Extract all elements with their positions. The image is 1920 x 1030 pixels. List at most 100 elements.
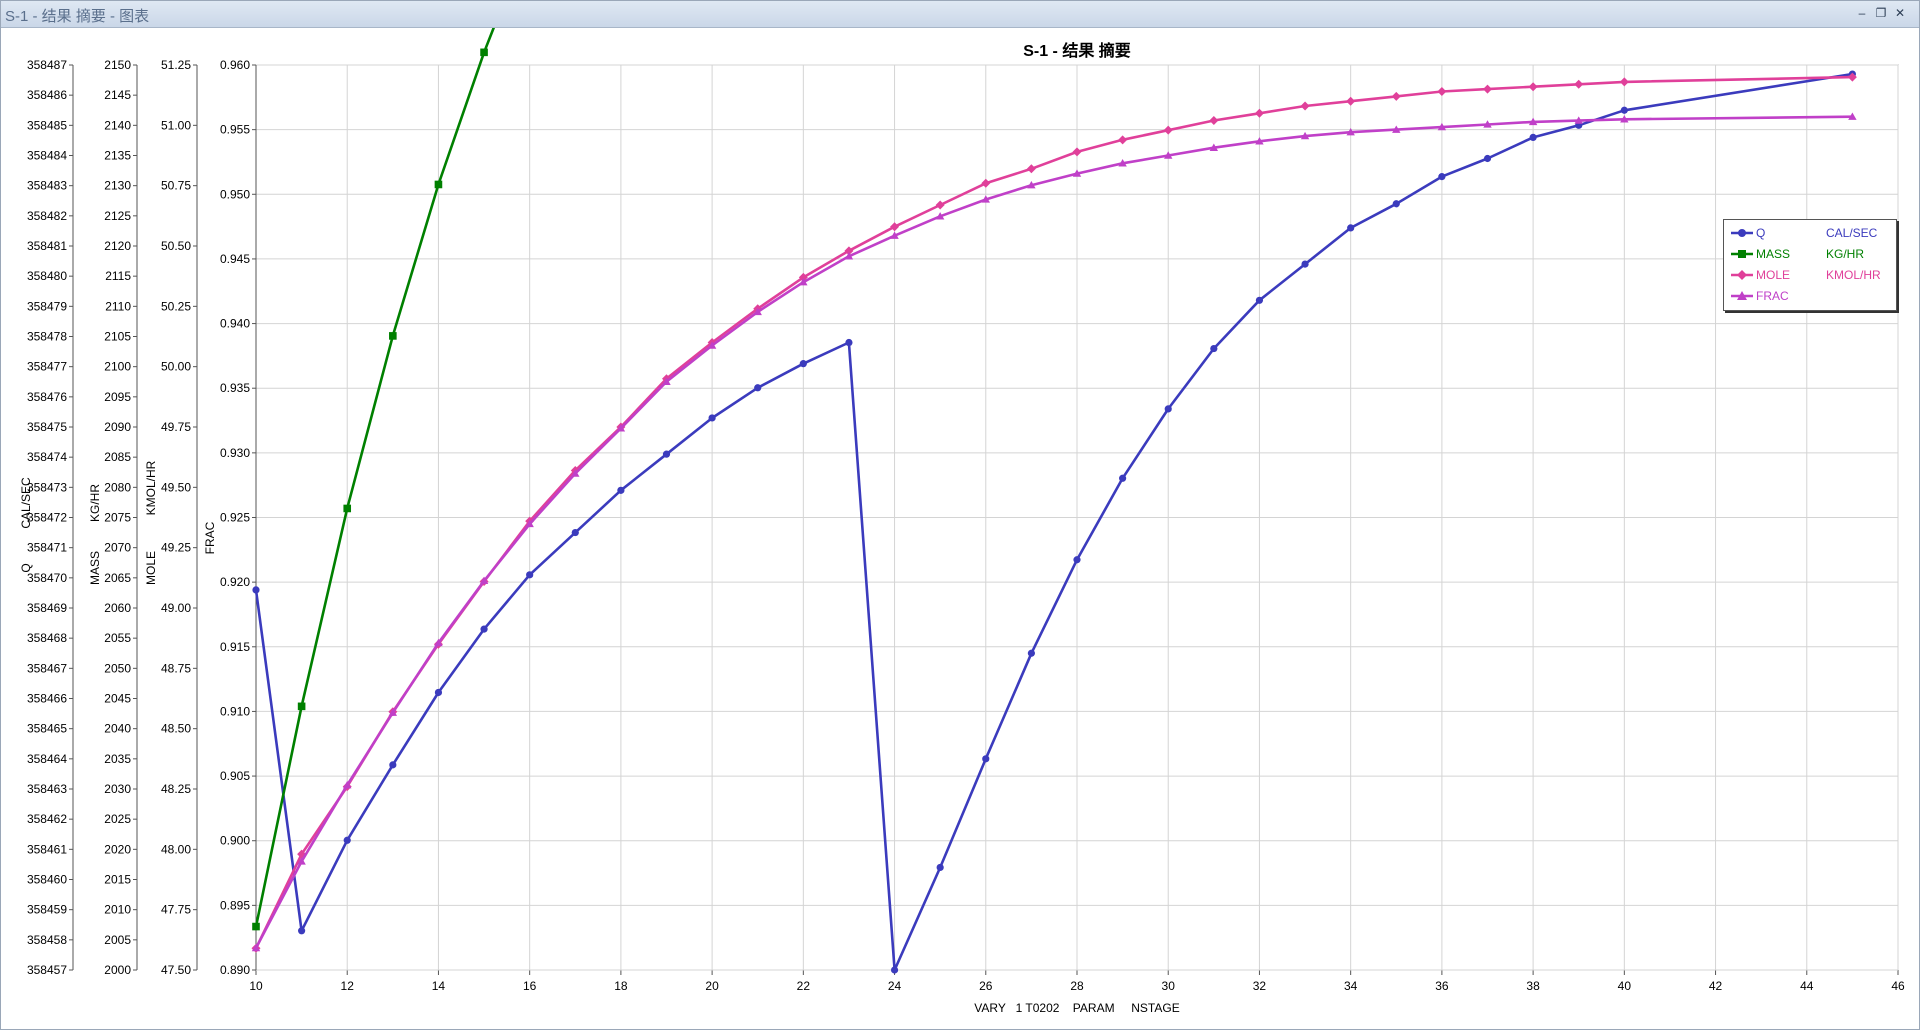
y-tick-label-q: 358480 (27, 269, 67, 283)
x-tick-label: 40 (1618, 979, 1632, 993)
data-point-q (389, 761, 397, 769)
y-tick-label-mass: 2105 (104, 330, 131, 344)
y-tick-label-mass: 2120 (104, 239, 131, 253)
chart-window: S-1 - 结果 摘要 - 图表 – ❐ ✕ S-1 - 结果 摘要 10 12 14… (0, 0, 1920, 1030)
data-point-mass (343, 504, 352, 513)
y-axis-unit-mass: KG/HR (88, 484, 102, 522)
data-point-q (1529, 133, 1537, 141)
y-tick-label-mole: 50.25 (161, 299, 191, 313)
y-tick-label-q: 358465 (27, 722, 67, 736)
y-tick-label-frac: 0.930 (220, 446, 250, 460)
y-axis-unit-mole: KMOL/HR (144, 460, 158, 515)
x-tick-label: 34 (1344, 979, 1358, 993)
y-tick-label-q: 358475 (27, 420, 67, 434)
x-tick-label: 10 (249, 979, 263, 993)
y-tick-label-mole: 47.50 (161, 963, 191, 977)
minimize-icon[interactable]: – (1854, 6, 1870, 21)
data-point-q (754, 384, 762, 392)
chart-area: S-1 - 结果 摘要 10 12 14 16 18 20 22 24 26 28 30 32 34 36 3… (19, 28, 1905, 1015)
x-tick-label: 16 (523, 979, 537, 993)
legend-item-q: Q CAL/SEC (1724, 224, 1896, 242)
y-tick-label-frac: 0.950 (220, 187, 250, 201)
y-tick-label-mass: 2110 (105, 299, 131, 313)
y-tick-label-mass: 2075 (104, 511, 131, 525)
y-tick-label-mass: 2030 (104, 782, 131, 796)
y-tick-label-mass: 2115 (105, 269, 131, 283)
data-point-q (1164, 405, 1172, 413)
x-tick-label: 30 (1162, 979, 1176, 993)
y-tick-label-mass: 2005 (104, 933, 131, 947)
y-tick-label-mass: 2090 (104, 420, 131, 434)
y-tick-label-frac: 0.915 (220, 640, 250, 654)
y-tick-label-q: 358466 (27, 692, 67, 706)
y-tick-label-frac: 0.935 (220, 381, 250, 395)
y-tick-label-mass: 2130 (104, 179, 131, 193)
y-tick-label-mole: 48.25 (161, 782, 191, 796)
x-tick-label: 26 (979, 979, 993, 993)
data-point-q (252, 586, 260, 594)
y-tick-label-q: 358474 (27, 450, 67, 464)
y-tick-label-q: 358462 (27, 812, 67, 826)
y-tick-label-mass: 2040 (104, 722, 131, 736)
y-tick-label-mole: 50.00 (161, 360, 191, 374)
x-tick-label: 14 (432, 979, 446, 993)
data-point-q (845, 338, 853, 347)
legend-unit: CAL/SEC (1826, 226, 1878, 240)
legend-label: FRAC (1756, 289, 1789, 303)
x-tick-label: 36 (1435, 979, 1449, 993)
x-tick-label: 32 (1253, 979, 1267, 993)
y-tick-label-frac: 0.955 (220, 123, 250, 137)
y-tick-label-mass: 2085 (104, 450, 131, 464)
y-tick-label-q: 358477 (27, 360, 67, 374)
y-tick-label-mass: 2150 (104, 58, 131, 72)
y-tick-label-mole: 48.75 (161, 661, 191, 675)
y-tick-label-frac: 0.905 (220, 769, 250, 783)
y-tick-label-mass: 2100 (104, 360, 131, 374)
y-axis-label-mass: MASS (88, 551, 102, 585)
x-tick-label: 12 (341, 979, 355, 993)
y-tick-label-q: 358467 (27, 661, 67, 675)
y-tick-label-mole: 51.25 (161, 58, 191, 72)
y-tick-label-mass: 2065 (104, 571, 131, 585)
data-point-q (1210, 344, 1218, 353)
y-tick-label-frac: 0.940 (220, 317, 250, 331)
y-axis-label-q: Q (19, 563, 33, 572)
data-point-q (1392, 200, 1400, 208)
data-point-q (890, 966, 899, 974)
data-point-mass (297, 702, 306, 711)
restore-icon[interactable]: ❐ (1873, 6, 1889, 21)
title-bar[interactable]: S-1 - 结果 摘要 - 图表 – ❐ ✕ (1, 1, 1919, 28)
data-point-q (343, 836, 351, 844)
data-point-q (434, 688, 443, 697)
data-point-mass (252, 922, 260, 931)
x-tick-label: 38 (1526, 979, 1540, 993)
y-tick-label-frac: 0.895 (220, 898, 250, 912)
x-tick-label: 42 (1709, 979, 1723, 993)
y-tick-label-mass: 2020 (104, 842, 131, 856)
data-point-q (936, 863, 944, 872)
x-tick-label: 44 (1800, 979, 1814, 993)
data-point-q (1027, 649, 1035, 657)
y-tick-label-q: 358464 (27, 752, 67, 766)
y-tick-label-mass: 2060 (104, 601, 131, 615)
legend-label: MASS (1756, 247, 1791, 261)
close-icon[interactable]: ✕ (1892, 6, 1908, 21)
data-point-q (799, 360, 807, 368)
legend-swatch-mass (1731, 250, 1753, 258)
y-tick-label-q: 358468 (27, 631, 67, 645)
y-tick-label-frac: 0.900 (220, 834, 250, 848)
data-point-q (662, 450, 671, 458)
y-tick-label-mass: 2095 (104, 390, 131, 404)
y-tick-label-mole: 51.00 (161, 118, 191, 132)
y-tick-label-q: 358482 (27, 209, 67, 223)
y-tick-label-mass: 2050 (104, 661, 131, 675)
y-tick-label-mass: 2035 (104, 752, 131, 766)
data-point-q (1438, 173, 1446, 181)
y-tick-label-mass: 2080 (104, 480, 131, 494)
y-tick-label-q: 358469 (27, 601, 67, 615)
legend-item-mole: MOLE KMOL/HR (1724, 266, 1896, 284)
y-tick-label-mass: 2010 (104, 903, 131, 917)
data-point-q (1301, 260, 1309, 268)
y-tick-label-frac: 0.920 (220, 575, 250, 589)
x-tick-label: 22 (797, 979, 811, 993)
